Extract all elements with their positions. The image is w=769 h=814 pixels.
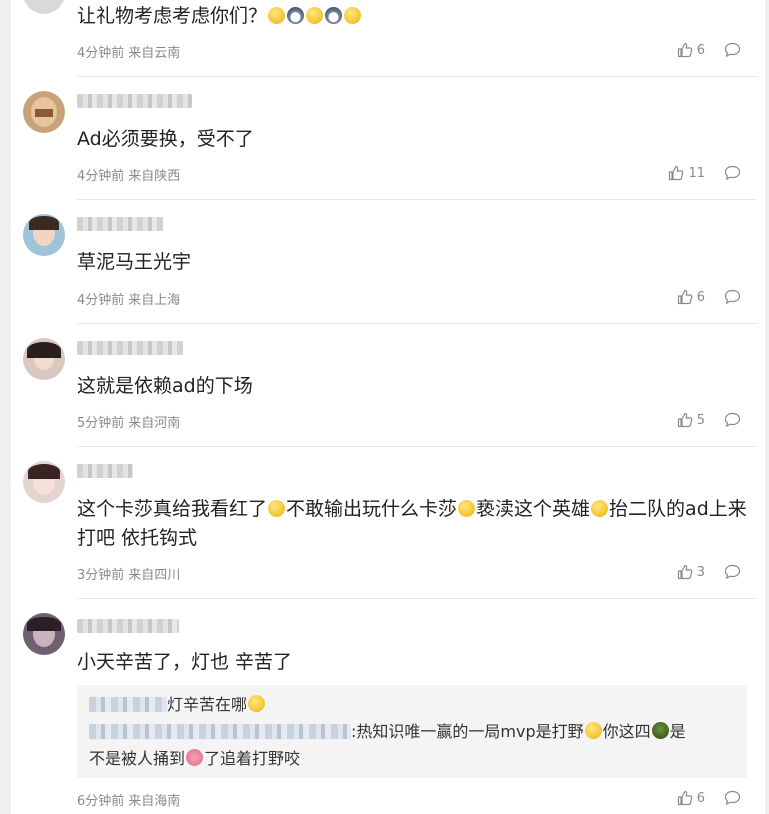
avatar[interactable] [23, 338, 65, 380]
avatar[interactable] [23, 214, 65, 256]
like-count: 6 [696, 790, 705, 806]
emoji-icon [344, 7, 362, 24]
comment-item: 让礼物考虑考虑你们？ 4分钟前 来自云南 6 [11, 0, 765, 77]
comment-time: 4分钟前 [77, 46, 125, 61]
comment-meta: 6分钟前 来自海南 [77, 790, 180, 809]
comment-item: Ad必须要换，受不了 4分钟前 来自陕西 11 [11, 77, 765, 200]
comment-time: 6分钟前 [77, 794, 125, 809]
emoji-icon [651, 722, 669, 739]
comment-time: 3分钟前 [77, 568, 125, 583]
thumbs-up-icon [677, 289, 692, 305]
comment-text: 这就是依赖ad的下场 [77, 375, 253, 397]
username-blurred[interactable] [77, 217, 163, 231]
comment-location: 来自海南 [128, 794, 181, 809]
comment-item: 这就是依赖ad的下场 5分钟前 来自河南 5 [11, 324, 765, 447]
comment-bubble-icon [724, 564, 741, 579]
emoji-icon [287, 7, 305, 24]
username-blurred[interactable] [77, 464, 133, 478]
avatar[interactable] [23, 0, 65, 14]
like-button[interactable]: 6 [677, 790, 705, 806]
emoji-icon [325, 7, 343, 24]
comment-meta: 3分钟前 来自四川 [77, 564, 180, 583]
reply-button[interactable] [724, 165, 741, 181]
comment-meta: 5分钟前 来自河南 [77, 412, 180, 431]
like-count: 6 [696, 42, 705, 58]
comment-bubble-icon [724, 790, 741, 805]
comment-text: 这个卡莎真给我看红了 不敢输出玩什么卡莎 亵渎这个英雄 抬二队的ad上来打吧 依托钩式 [77, 498, 747, 549]
comment-time: 5分钟前 [77, 416, 125, 431]
username-blurred[interactable] [77, 341, 183, 355]
like-button[interactable]: 5 [677, 412, 705, 428]
emoji-icon [268, 7, 286, 24]
avatar[interactable] [23, 91, 65, 133]
comment-location: 来自四川 [128, 568, 181, 583]
like-button[interactable]: 3 [677, 564, 705, 580]
comment-meta: 4分钟前 来自上海 [77, 289, 180, 308]
emoji-icon [248, 695, 266, 712]
comment-time: 4分钟前 [77, 293, 125, 308]
quoted-reply[interactable]: 灯辛苦在哪 :热知识唯一赢的一局mvp是打野 你这四是 不是被人捅到 了追着打野咬 [77, 685, 747, 778]
quote-line: :热知识唯一赢的一局mvp是打野 你这四是 [89, 718, 737, 745]
reply-button[interactable] [724, 564, 741, 580]
thumbs-up-icon [669, 165, 684, 181]
comment-location: 来自河南 [128, 416, 181, 431]
like-count: 11 [688, 165, 705, 181]
comment-location: 来自陕西 [128, 169, 181, 184]
comment-bubble-icon [724, 289, 741, 304]
username-blurred[interactable] [77, 94, 192, 108]
reply-button[interactable] [724, 289, 741, 305]
like-button[interactable]: 6 [677, 42, 705, 58]
comment-text: 小天辛苦了，灯也 辛苦了 [77, 651, 293, 673]
quote-line: 灯辛苦在哪 [89, 691, 737, 718]
thumbs-up-icon [677, 412, 692, 428]
comment-item: 草泥马王光宇 4分钟前 来自上海 6 [11, 200, 765, 324]
emoji-icon [268, 500, 286, 517]
emoji-icon [458, 500, 476, 517]
like-button[interactable]: 6 [677, 289, 705, 305]
username-blurred [89, 724, 351, 739]
comment-location: 来自云南 [128, 46, 181, 61]
quote-line: 不是被人捅到 了追着打野咬 [89, 749, 301, 768]
comment-text: 让礼物考虑考虑你们？ [77, 2, 753, 31]
comment-location: 来自上海 [128, 293, 181, 308]
comment-text: 草泥马王光宇 [77, 251, 192, 273]
emoji-icon [591, 500, 609, 517]
reply-button[interactable] [724, 790, 741, 806]
comment-bubble-icon [724, 42, 741, 57]
like-button[interactable]: 11 [668, 165, 705, 181]
reply-button[interactable] [724, 412, 741, 428]
like-count: 3 [696, 564, 705, 580]
comment-item: 这个卡莎真给我看红了 不敢输出玩什么卡莎 亵渎这个英雄 抬二队的ad上来打吧 依托钩式… [11, 447, 765, 599]
reply-button[interactable] [724, 42, 741, 58]
avatar[interactable] [23, 613, 65, 655]
comment-list: 让礼物考虑考虑你们？ 4分钟前 来自云南 6 Ad必须要换，受不了 4分钟前 来自陕… [11, 0, 765, 814]
like-count: 6 [696, 289, 705, 305]
emoji-icon [306, 7, 324, 24]
comment-meta: 4分钟前 来自陕西 [77, 165, 180, 184]
username-blurred [89, 697, 167, 712]
comment-bubble-icon [724, 412, 741, 427]
emoji-icon [584, 722, 602, 739]
like-count: 5 [696, 412, 705, 428]
avatar[interactable] [23, 461, 65, 503]
thumbs-up-icon [677, 564, 692, 580]
thumbs-up-icon [677, 42, 692, 58]
comment-time: 4分钟前 [77, 169, 125, 184]
comment-meta: 4分钟前 来自云南 [77, 42, 180, 61]
comment-text: Ad必须要换，受不了 [77, 128, 254, 150]
thumbs-up-icon [677, 790, 692, 806]
comment-item: 小天辛苦了，灯也 辛苦了 灯辛苦在哪 :热知识唯一赢的一局mvp是打野 你这四是 … [11, 599, 765, 809]
emoji-icon [186, 749, 204, 766]
comment-bubble-icon [724, 165, 741, 180]
username-blurred[interactable] [77, 619, 179, 633]
